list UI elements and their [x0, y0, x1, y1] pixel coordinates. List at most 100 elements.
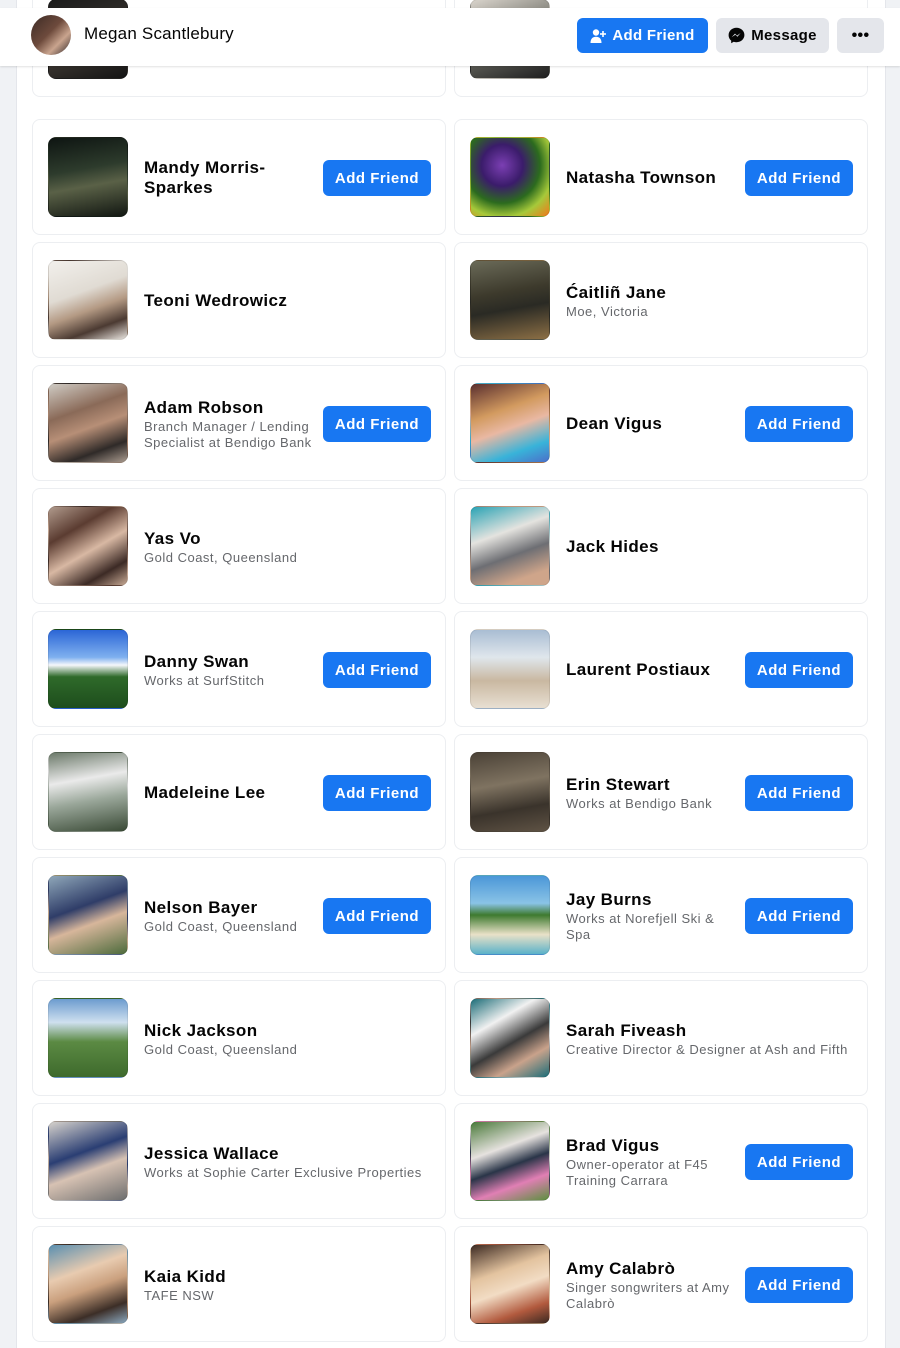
friend-card[interactable]: Jay Burns Works at Norefjell Ski & Spa Add…	[454, 857, 868, 973]
friend-card[interactable]: Yas Vo Gold Coast, Queensland	[32, 488, 446, 604]
add-friend-button[interactable]: Add Friend	[745, 652, 853, 688]
friend-subtitle: Gold Coast, Queensland	[144, 549, 298, 565]
friend-subtitle: Works at Sophie Carter Exclusive Propert…	[144, 1164, 422, 1180]
friend-photo[interactable]	[48, 383, 128, 463]
friend-card[interactable]: Jessica Wallace Works at Sophie Carter Ex…	[32, 1103, 446, 1219]
friend-name[interactable]: Dean Vigus	[566, 414, 736, 434]
friend-photo[interactable]	[48, 260, 128, 340]
add-friend-label: Add Friend	[612, 27, 695, 44]
friend-info: Adam Robson Branch Manager / Lending Spec…	[144, 366, 314, 482]
friend-photo[interactable]	[470, 629, 550, 709]
profile-header-bar: Megan Scantlebury Add Friend Message •••	[0, 8, 900, 66]
friend-card[interactable]: Natasha Townson Add Friend	[454, 119, 868, 235]
add-friend-button[interactable]: Add Friend	[323, 406, 431, 442]
more-dots-icon: •••	[851, 26, 870, 44]
friend-name[interactable]: Kaia Kidd	[144, 1267, 429, 1287]
friend-name[interactable]: Natasha Townson	[566, 168, 736, 188]
add-friend-button[interactable]: Add Friend	[577, 18, 708, 53]
add-friend-button[interactable]: Add Friend	[745, 898, 853, 934]
friend-info: Jessica Wallace Works at Sophie Carter Ex…	[144, 1104, 429, 1220]
friend-card[interactable]: Madeleine Lee Add Friend	[32, 734, 446, 850]
friend-photo[interactable]	[470, 998, 550, 1078]
profile-avatar[interactable]	[31, 15, 71, 55]
friend-info: Madeleine Lee	[144, 735, 314, 851]
friend-name[interactable]: Nick Jackson	[144, 1021, 429, 1041]
friend-photo[interactable]	[48, 1121, 128, 1201]
friend-info: Laurent Postiaux	[566, 612, 736, 728]
friend-subtitle: Singer songwriters at Amy Calabrò	[566, 1279, 730, 1311]
friend-card[interactable]: Nelson Bayer Gold Coast, Queensland Add Fr…	[32, 857, 446, 973]
friend-photo[interactable]	[48, 752, 128, 832]
friend-photo[interactable]	[48, 1244, 128, 1324]
friend-photo[interactable]	[470, 383, 550, 463]
add-friend-button[interactable]: Add Friend	[745, 775, 853, 811]
profile-name[interactable]: Megan Scantlebury	[84, 24, 234, 44]
friend-card[interactable]: Jack Hides	[454, 488, 868, 604]
friend-name[interactable]: Brad Vigus	[566, 1136, 736, 1156]
friend-card[interactable]: Kaia Kidd TAFE NSW	[32, 1226, 446, 1342]
friend-info: Jack Hides	[566, 489, 851, 605]
friend-card[interactable]: Amy Calabrò Singer songwriters at Amy Cal…	[454, 1226, 868, 1342]
add-friend-button[interactable]: Add Friend	[745, 1144, 853, 1180]
friend-photo[interactable]	[48, 629, 128, 709]
friend-name[interactable]: Jack Hides	[566, 537, 851, 557]
friend-name[interactable]: Adam Robson	[144, 398, 314, 418]
friend-info: Nick Jackson Gold Coast, Queensland	[144, 981, 429, 1097]
friend-photo[interactable]	[48, 137, 128, 217]
friend-name[interactable]: Laurent Postiaux	[566, 660, 736, 680]
add-friend-button[interactable]: Add Friend	[745, 1267, 853, 1303]
friend-photo[interactable]	[48, 875, 128, 955]
friend-photo[interactable]	[470, 137, 550, 217]
add-friend-button[interactable]: Add Friend	[323, 898, 431, 934]
message-button[interactable]: Message	[716, 18, 829, 53]
more-options-button[interactable]: •••	[837, 18, 884, 53]
friend-name[interactable]: Madeleine Lee	[144, 783, 314, 803]
friend-subtitle: Moe, Victoria	[566, 303, 649, 319]
friend-card[interactable]: Danny Swan Works at SurfStitch Add Friend	[32, 611, 446, 727]
friend-name[interactable]: Erin Stewart	[566, 775, 736, 795]
add-friend-button[interactable]: Add Friend	[745, 160, 853, 196]
friend-card[interactable]: Laurent Postiaux Add Friend	[454, 611, 868, 727]
friend-photo[interactable]	[470, 1244, 550, 1324]
friend-subtitle: Works at Norefjell Ski & Spa	[566, 910, 715, 942]
friend-subtitle: Creative Director & Designer at Ash and …	[566, 1041, 848, 1057]
friend-name[interactable]: Teoni Wedrowicz	[144, 291, 429, 311]
friend-name[interactable]: Nelson Bayer	[144, 898, 314, 918]
friend-photo[interactable]	[470, 875, 550, 955]
add-friend-button[interactable]: Add Friend	[745, 406, 853, 442]
friend-name[interactable]: Mandy Morris-Sparkes	[144, 158, 314, 198]
friend-subtitle: Gold Coast, Queensland	[144, 918, 298, 934]
friend-card[interactable]: Adam Robson Branch Manager / Lending Spec…	[32, 365, 446, 481]
friend-info: Ćaitliñ Jane Moe, Victoria	[566, 243, 851, 359]
friend-name[interactable]: Danny Swan	[144, 652, 314, 672]
friend-name[interactable]: Yas Vo	[144, 529, 429, 549]
friend-photo[interactable]	[48, 998, 128, 1078]
friend-card[interactable]: Nick Jackson Gold Coast, Queensland	[32, 980, 446, 1096]
add-friend-button[interactable]: Add Friend	[323, 160, 431, 196]
friend-info: Sarah Fiveash Creative Director & Designe…	[566, 981, 851, 1097]
add-friend-button[interactable]: Add Friend	[323, 775, 431, 811]
friend-photo[interactable]	[48, 506, 128, 586]
add-person-icon	[590, 28, 607, 44]
friend-name[interactable]: Amy Calabrò	[566, 1259, 736, 1279]
friend-photo[interactable]	[470, 506, 550, 586]
friend-card[interactable]: Mandy Morris-Sparkes Add Friend	[32, 119, 446, 235]
friend-info: Yas Vo Gold Coast, Queensland	[144, 489, 429, 605]
friend-info: Teoni Wedrowicz	[144, 243, 429, 359]
friend-card[interactable]: Dean Vigus Add Friend	[454, 365, 868, 481]
friend-card[interactable]: Sarah Fiveash Creative Director & Designe…	[454, 980, 868, 1096]
friend-photo[interactable]	[470, 1121, 550, 1201]
friend-name[interactable]: Jay Burns	[566, 890, 736, 910]
friend-name[interactable]: Ćaitliñ Jane	[566, 283, 851, 303]
friend-photo[interactable]	[470, 260, 550, 340]
friend-photo[interactable]	[470, 752, 550, 832]
friend-card[interactable]: Ćaitliñ Jane Moe, Victoria	[454, 242, 868, 358]
friend-card[interactable]: Erin Stewart Works at Bendigo Bank Add Fri…	[454, 734, 868, 850]
friend-info: Jay Burns Works at Norefjell Ski & Spa	[566, 858, 736, 974]
friend-name[interactable]: Sarah Fiveash	[566, 1021, 851, 1041]
add-friend-button[interactable]: Add Friend	[323, 652, 431, 688]
friend-card[interactable]: Brad Vigus Owner-operator at F45 Training…	[454, 1103, 868, 1219]
friend-name[interactable]: Jessica Wallace	[144, 1144, 429, 1164]
friend-card[interactable]: Teoni Wedrowicz	[32, 242, 446, 358]
message-label: Message	[751, 27, 817, 44]
